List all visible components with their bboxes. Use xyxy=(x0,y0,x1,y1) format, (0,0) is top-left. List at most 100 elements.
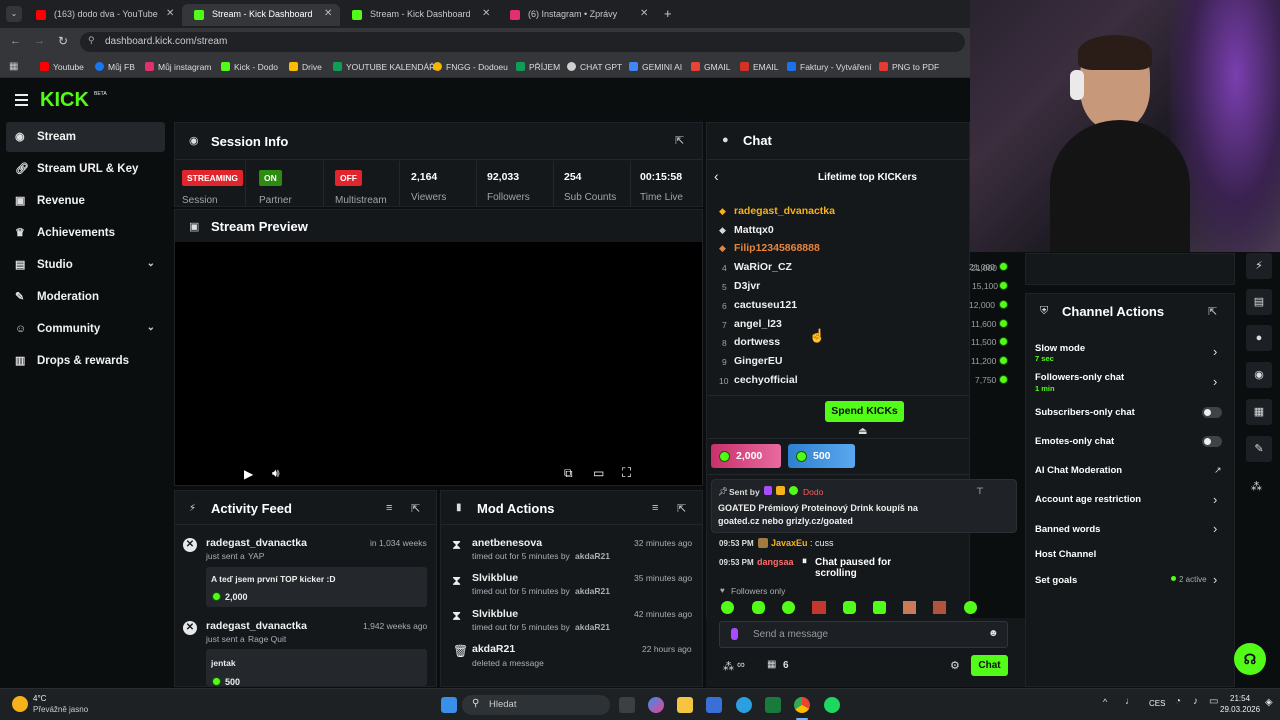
quick-action-bolt-icon[interactable]: ⚡︎ xyxy=(1246,253,1272,279)
chevron-down-icon[interactable]: ⌄ xyxy=(147,322,155,333)
new-tab-button[interactable]: + xyxy=(664,6,672,21)
emote-icon[interactable] xyxy=(933,601,946,614)
chat-paused-notice[interactable]: ⏸ Chat paused for scrolling xyxy=(800,554,935,579)
sidebar-item-stream-url-key[interactable]: 🔗︎ Stream URL & Key xyxy=(6,154,165,184)
mod-action-by[interactable]: akdaR21 xyxy=(575,551,610,561)
browser-tab-kick[interactable]: Stream - Kick Dashboard ✕ xyxy=(340,4,498,26)
quick-action-broadcast-icon[interactable]: ◉ xyxy=(1246,362,1272,388)
chevron-down-icon[interactable]: ⌄ xyxy=(147,258,155,269)
battery-icon[interactable]: ▭ xyxy=(1209,696,1218,707)
theater-mode-icon[interactable]: ▭ xyxy=(593,466,604,480)
top-kicker-3[interactable]: Filip12345868888 xyxy=(734,242,820,254)
send-chat-button[interactable]: Chat xyxy=(971,655,1008,676)
address-bar[interactable]: ⚲ dashboard.kick.com/stream xyxy=(80,32,965,52)
bookmark-item[interactable]: FNGG - Dodoeu xyxy=(433,62,508,72)
mod-action-by[interactable]: akdaR21 xyxy=(575,622,610,632)
gift-tier-2000[interactable]: 2,000 xyxy=(711,444,781,468)
mod-action-user[interactable]: Slvikblue xyxy=(472,572,518,584)
popout-icon[interactable]: ⇱ xyxy=(1208,305,1217,318)
chevron-up-icon[interactable]: ^ xyxy=(1103,697,1107,707)
notification-icon[interactable]: ◈ xyxy=(1265,697,1273,708)
message-user[interactable]: dangsaa xyxy=(757,557,794,567)
site-info-icon[interactable]: ⚲ xyxy=(88,35,95,46)
volume-icon[interactable]: ♪ xyxy=(1193,696,1198,707)
quick-action-doc-icon[interactable]: ▤ xyxy=(1246,289,1272,315)
bookmark-item[interactable]: Youtube xyxy=(40,62,84,72)
pin-icon[interactable]: ⊤ xyxy=(976,486,984,497)
microphone-icon[interactable] xyxy=(731,628,738,640)
sidebar-item-studio[interactable]: ▤ Studio ⌄ xyxy=(6,250,165,280)
microphone-icon[interactable]: ♩ xyxy=(1125,696,1135,707)
bookmark-item[interactable]: EMAIL xyxy=(740,62,779,72)
pinned-user[interactable]: Dodo xyxy=(803,487,823,497)
subscribers-only-toggle[interactable] xyxy=(1202,407,1222,418)
mod-action-user[interactable]: anetbenesova xyxy=(472,537,542,549)
clock-date[interactable]: 29.03.2026 xyxy=(1220,705,1260,714)
sidebar-item-stream[interactable]: ◉ Stream xyxy=(6,122,165,152)
popout-icon[interactable]: ⇱ xyxy=(675,134,684,147)
sidebar-item-moderation[interactable]: ✎ Moderation xyxy=(6,282,165,312)
outlook-icon[interactable] xyxy=(706,697,722,713)
emote-icon[interactable] xyxy=(752,601,765,614)
top-kicker-1[interactable]: radegast_dvanactka xyxy=(734,205,835,217)
bookmark-item[interactable]: Faktury - Vytváření xyxy=(787,62,871,72)
collapse-arrow-icon[interactable]: ⏏ xyxy=(858,426,867,437)
emote-icon[interactable] xyxy=(964,601,977,614)
sidebar-item-community[interactable]: ☺ Community ⌄ xyxy=(6,314,165,344)
emote-icon[interactable] xyxy=(873,601,886,614)
close-tab-icon[interactable]: ✕ xyxy=(324,8,332,19)
filter-icon[interactable]: ≡ xyxy=(386,502,392,514)
bookmark-item[interactable]: PNG to PDF xyxy=(879,62,939,72)
chat-input[interactable]: Send a message ☻ xyxy=(719,621,1008,648)
copilot-icon[interactable] xyxy=(648,697,664,713)
mod-action-by[interactable]: akdaR21 xyxy=(575,586,610,596)
emotes-only-toggle[interactable] xyxy=(1202,436,1222,447)
bookmark-item[interactable]: YOUTUBE KALENDÁŘ xyxy=(333,62,435,72)
close-tab-icon[interactable]: ✕ xyxy=(482,8,490,19)
hamburger-menu-icon[interactable] xyxy=(15,94,28,106)
windows-start-icon[interactable] xyxy=(441,697,457,713)
bookmark-item[interactable]: Kick - Dodo xyxy=(221,62,278,72)
close-tab-icon[interactable]: ✕ xyxy=(166,8,174,19)
tab-search-button[interactable]: ⌄ xyxy=(6,6,22,22)
settings-gear-icon[interactable]: ⚙ xyxy=(950,659,960,672)
play-icon[interactable]: ▶ xyxy=(244,467,253,481)
bookmark-item[interactable]: GEMINI AI xyxy=(629,62,682,72)
sidebar-item-revenue[interactable]: ▣ Revenue xyxy=(6,186,165,216)
activity-user[interactable]: radegast_dvanactka xyxy=(206,620,307,632)
picture-in-picture-icon[interactable]: ⧉ xyxy=(564,466,573,481)
bookmark-item[interactable]: Drive xyxy=(289,62,322,72)
sidebar-item-drops-rewards[interactable]: ▥ Drops & rewards xyxy=(6,346,165,376)
quick-action-wrench-icon[interactable]: ✎ xyxy=(1246,436,1272,462)
forward-icon[interactable]: → xyxy=(34,35,45,47)
spotify-icon[interactable] xyxy=(824,697,840,713)
back-icon[interactable]: ← xyxy=(10,35,21,47)
emote-icon[interactable] xyxy=(812,601,826,614)
bookmark-item[interactable]: PŘÍJEM xyxy=(516,62,560,72)
popout-icon[interactable]: ⇱ xyxy=(411,502,420,515)
popout-icon[interactable]: ⇱ xyxy=(677,502,686,515)
browser-tab-instagram[interactable]: (6) Instagram • Zprávy ✕ xyxy=(498,4,658,26)
spend-kicks-button[interactable]: Spend KICKs xyxy=(825,401,904,422)
mod-action-user[interactable]: Slvikblue xyxy=(472,608,518,620)
fullscreen-icon[interactable]: ⛶ xyxy=(622,465,631,481)
excel-icon[interactable] xyxy=(765,697,781,713)
users-icon[interactable]: ⁂ xyxy=(1251,480,1262,493)
top-kicker-2[interactable]: Mattqx0 xyxy=(734,224,774,236)
emote-icon[interactable] xyxy=(903,601,916,614)
weather-sun-icon[interactable] xyxy=(12,696,28,712)
bookmark-item[interactable]: Můj FB xyxy=(95,62,135,72)
browser-tab-kick-active[interactable]: Stream - Kick Dashboard ✕ xyxy=(182,4,340,26)
quick-action-list-icon[interactable]: ▦ xyxy=(1246,399,1272,425)
bookmark-item[interactable]: Můj instagram xyxy=(145,62,211,72)
bookmark-item[interactable]: CHAT GPT xyxy=(567,62,622,72)
emoji-icon[interactable]: ☻ xyxy=(988,628,999,639)
apps-grid-icon[interactable]: ▦ xyxy=(9,61,18,72)
volume-icon[interactable]: 🔊︎ xyxy=(272,466,280,481)
emote-icon[interactable] xyxy=(721,601,734,614)
sidebar-item-achievements[interactable]: ♛ Achievements xyxy=(6,218,165,248)
bookmark-item[interactable]: GMAIL xyxy=(691,62,730,72)
task-view-icon[interactable] xyxy=(619,697,635,713)
edge-icon[interactable] xyxy=(736,697,752,713)
kick-logo[interactable]: KICK xyxy=(40,89,89,112)
